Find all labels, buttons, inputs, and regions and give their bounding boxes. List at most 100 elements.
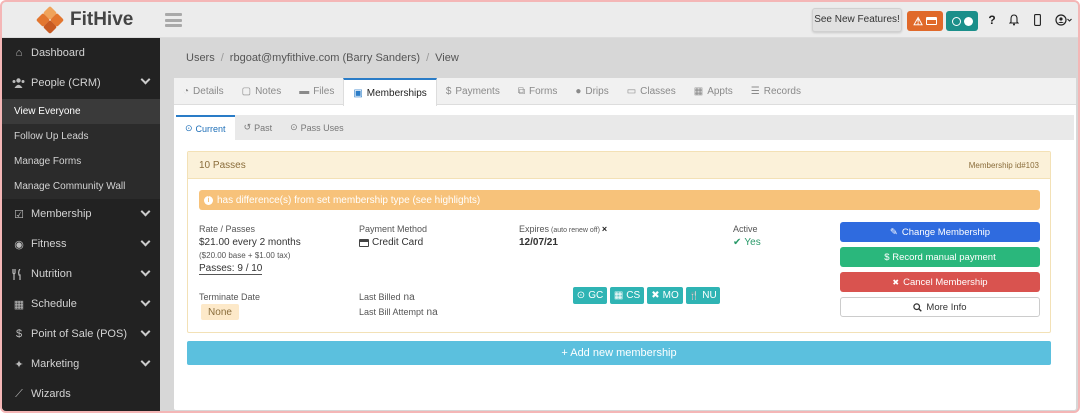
rate-detail: ($20.00 base + $1.00 tax) [199, 251, 291, 260]
help-icon[interactable]: ? [987, 12, 997, 28]
expires-close-icon[interactable]: × [602, 224, 607, 234]
search-icon [913, 302, 923, 312]
mini-button-label: MO [662, 290, 679, 301]
folder-icon: ▬ [299, 86, 310, 97]
compass-icon: ✦ [14, 358, 24, 371]
sidebar-item-wizards[interactable]: ⟋ Wizards [2, 379, 160, 409]
logo[interactable]: FitHive [2, 2, 160, 38]
more-info-button[interactable]: More Info [840, 297, 1040, 317]
subtab-current[interactable]: ⊙ Current [176, 115, 235, 140]
breadcrumb-view: View [435, 52, 459, 64]
close-icon: ✖ [892, 277, 900, 287]
sidebar-item-schedule[interactable]: ▦ Schedule [2, 289, 160, 319]
active-value: ✔ Yes [733, 237, 761, 248]
credit-card-icon [925, 17, 937, 25]
tab-drips[interactable]: ● Drips [566, 78, 617, 105]
edit-icon: ✎ [889, 226, 898, 238]
mobile-icon[interactable] [1032, 12, 1042, 28]
sidebar-item-label: Dashboard [31, 46, 85, 59]
tab-appts[interactable]: ▦ Appts [685, 78, 742, 105]
sidebar-item-marketing[interactable]: ✦ Marketing [2, 349, 160, 379]
sidebar-item-label: Nutrition [31, 268, 72, 280]
check-circle-icon: ⊙ [576, 290, 586, 301]
add-new-membership-button[interactable]: + Add new membership [187, 341, 1051, 365]
magic-wand-icon: ⟋ [15, 387, 23, 400]
subtab-past[interactable]: ↺ Past [235, 115, 282, 140]
chevron-down-icon [140, 266, 151, 277]
tab-notes[interactable]: ▢ Notes [233, 78, 291, 105]
sidebar-item-people-crm[interactable]: People (CRM) [2, 67, 160, 99]
sidebar-item-dashboard[interactable]: ⌂ Dashboard [2, 38, 160, 67]
chevron-down-icon [140, 356, 151, 367]
sidebar-sub-follow-up-leads[interactable]: Follow Up Leads [2, 124, 160, 149]
hamburger-menu-icon[interactable] [165, 13, 182, 27]
button-label: Change Membership [901, 226, 991, 238]
sidebar-item-fitness[interactable]: ◉ Fitness [2, 229, 160, 259]
note-icon: ▢ [241, 86, 252, 97]
sidebar-item-point-of-sale[interactable]: $ Point of Sale (POS) [2, 319, 160, 349]
cancel-membership-button[interactable]: ✖ Cancel Membership [840, 272, 1040, 292]
calendar-icon: ▭ [626, 86, 637, 97]
tab-forms[interactable]: ⧉ Forms [509, 78, 566, 105]
utensils-icon [12, 268, 26, 280]
rate-value: $21.00 every 2 months [199, 237, 301, 248]
warning-button[interactable]: ⚠ [907, 11, 943, 31]
membership-panel: 10 Passes Membership id#103 i has differ… [187, 151, 1051, 333]
history-icon: ↺ [243, 122, 252, 132]
active-label: Active [733, 224, 758, 234]
membership-title: 10 Passes [199, 159, 246, 171]
payment-method-label: Payment Method [359, 224, 428, 234]
user-menu-icon[interactable] [1054, 12, 1074, 28]
tab-payments[interactable]: $ Payments [437, 78, 509, 105]
people-icon [12, 78, 26, 88]
credit-card-icon [359, 238, 369, 247]
tab-records[interactable]: ☰ Records [742, 78, 810, 105]
gc-button[interactable]: ⊙ GC [573, 287, 607, 304]
timer-play-button[interactable] [946, 11, 978, 31]
expires-value: 12/07/21 [519, 237, 558, 248]
sidebar-item-label: Schedule [31, 298, 77, 310]
passes-value: Passes: 9 / 10 [199, 263, 263, 275]
nu-button[interactable]: 🍴 NU [686, 287, 720, 304]
sidebar-sub-manage-community-wall[interactable]: Manage Community Wall [2, 174, 160, 199]
user-card: ◔ Details ▢ Notes ▬ Files ▣ Memberships $ Pay… [174, 78, 1076, 410]
subtab-label: Current [195, 123, 226, 134]
bell-icon[interactable] [1008, 12, 1020, 28]
difference-alert: i has difference(s) from set membership … [199, 190, 1040, 210]
mini-button-label: CS [626, 290, 641, 301]
change-membership-button[interactable]: ✎ Change Membership [840, 222, 1040, 242]
id-card-icon: ▣ [353, 87, 363, 99]
expires-note: (auto renew off) [551, 227, 600, 234]
last-attempt-label: Last Bill Attempt [359, 307, 424, 317]
tab-label: Memberships [366, 87, 427, 99]
cs-button[interactable]: ▦ CS [610, 287, 644, 304]
active-text: Yes [744, 237, 761, 248]
breadcrumb: Users / rbgoat@myfithive.com (Barry Sand… [186, 52, 459, 64]
breadcrumb-separator: / [220, 52, 224, 64]
sidebar-item-nutrition[interactable]: Nutrition [2, 259, 160, 289]
sidebar-item-label: Membership [31, 208, 92, 220]
breadcrumb-user[interactable]: rbgoat@myfithive.com (Barry Sanders) [230, 52, 420, 64]
tab-memberships[interactable]: ▣ Memberships [343, 78, 437, 106]
terminate-date-value[interactable]: None [201, 304, 239, 320]
utensils-icon: 🍴 [689, 291, 700, 300]
top-bar: FitHive See New Features! ⚠ ? [2, 2, 1078, 38]
subtab-pass-uses[interactable]: ⊙ Pass Uses [281, 115, 353, 140]
last-bill-attempt: Last Bill Attempt na [359, 307, 438, 318]
sidebar-sub-manage-forms[interactable]: Manage Forms [2, 149, 160, 174]
calendar-icon: ▦ [13, 298, 25, 311]
last-billed-value: na [403, 292, 415, 303]
list-icon: ☰ [750, 86, 760, 97]
membership-header: 10 Passes Membership id#103 [188, 152, 1050, 179]
tab-files[interactable]: ▬ Files [290, 78, 343, 105]
see-new-features-button[interactable]: See New Features! [812, 8, 902, 32]
sidebar-item-membership[interactable]: ☑ Membership [2, 199, 160, 229]
record-manual-payment-button[interactable]: $ Record manual payment [840, 247, 1040, 267]
subtab-label: Pass Uses [300, 122, 344, 133]
chevron-down-icon [140, 296, 151, 307]
tab-details[interactable]: ◔ Details [174, 78, 233, 105]
sidebar-sub-view-everyone[interactable]: View Everyone [2, 99, 160, 124]
breadcrumb-users[interactable]: Users [186, 52, 215, 64]
tab-classes[interactable]: ▭ Classes [618, 78, 685, 105]
mo-button[interactable]: ✖ MO [647, 287, 683, 304]
